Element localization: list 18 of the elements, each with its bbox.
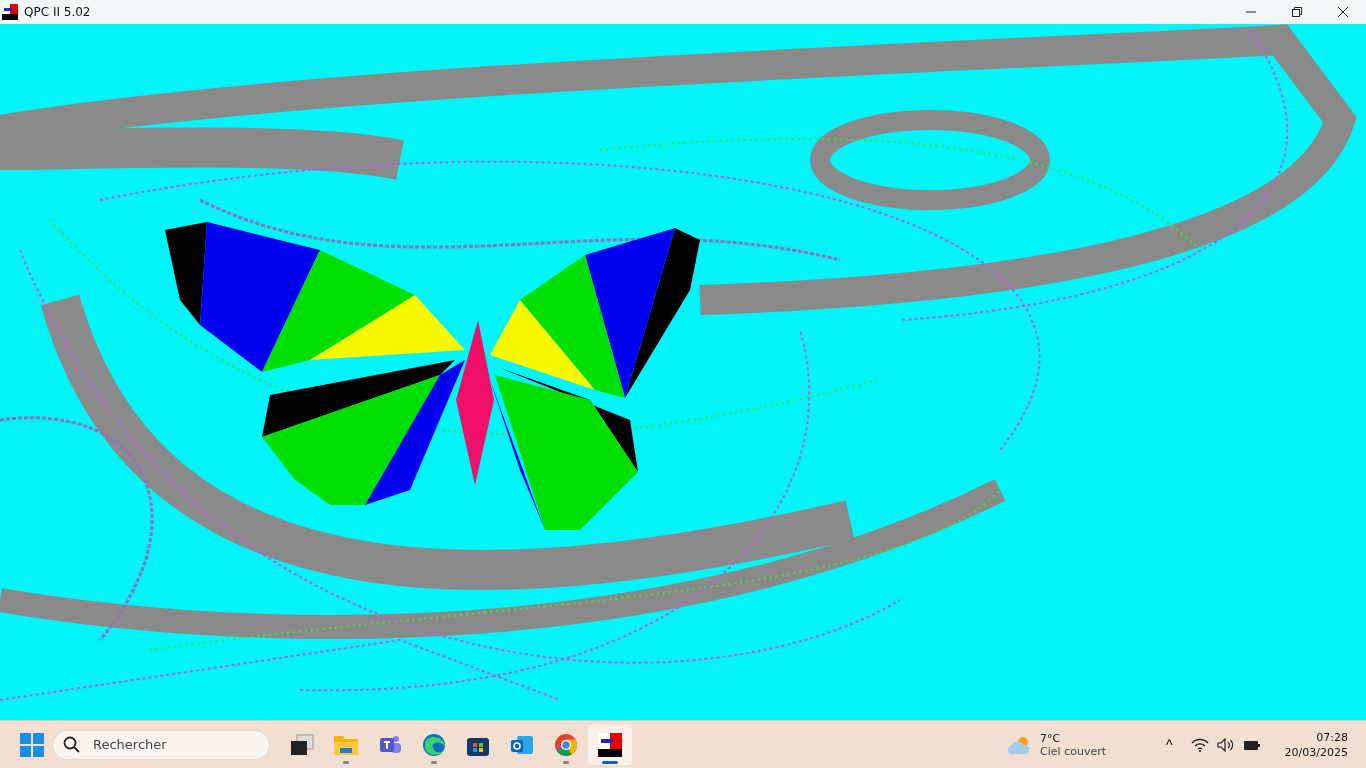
temperature: 7°C [1040, 731, 1062, 745]
clock[interactable]: 07:28 20/03/2025 [1284, 730, 1348, 759]
start-icon[interactable] [20, 732, 44, 757]
wave-globe-icon [421, 731, 447, 758]
show-hidden-icons-button[interactable]: ^ [1162, 736, 1177, 753]
search-bar[interactable]: Rechercher [52, 729, 270, 760]
speaker-icon[interactable] [1216, 737, 1235, 752]
windows-icon [289, 732, 315, 757]
close-icon [1338, 7, 1348, 17]
window-title: QPC II 5.02 [24, 5, 91, 19]
weather-condition: Ciel couvert [1040, 744, 1106, 758]
wifi-icon[interactable] [1190, 737, 1209, 752]
app-icon [598, 732, 622, 757]
browser-icon [553, 731, 579, 758]
restore-icon [1292, 7, 1302, 17]
search-field[interactable]: Rechercher [91, 736, 255, 753]
taskbar-app[interactable] [588, 724, 632, 765]
search-icon [63, 735, 81, 754]
